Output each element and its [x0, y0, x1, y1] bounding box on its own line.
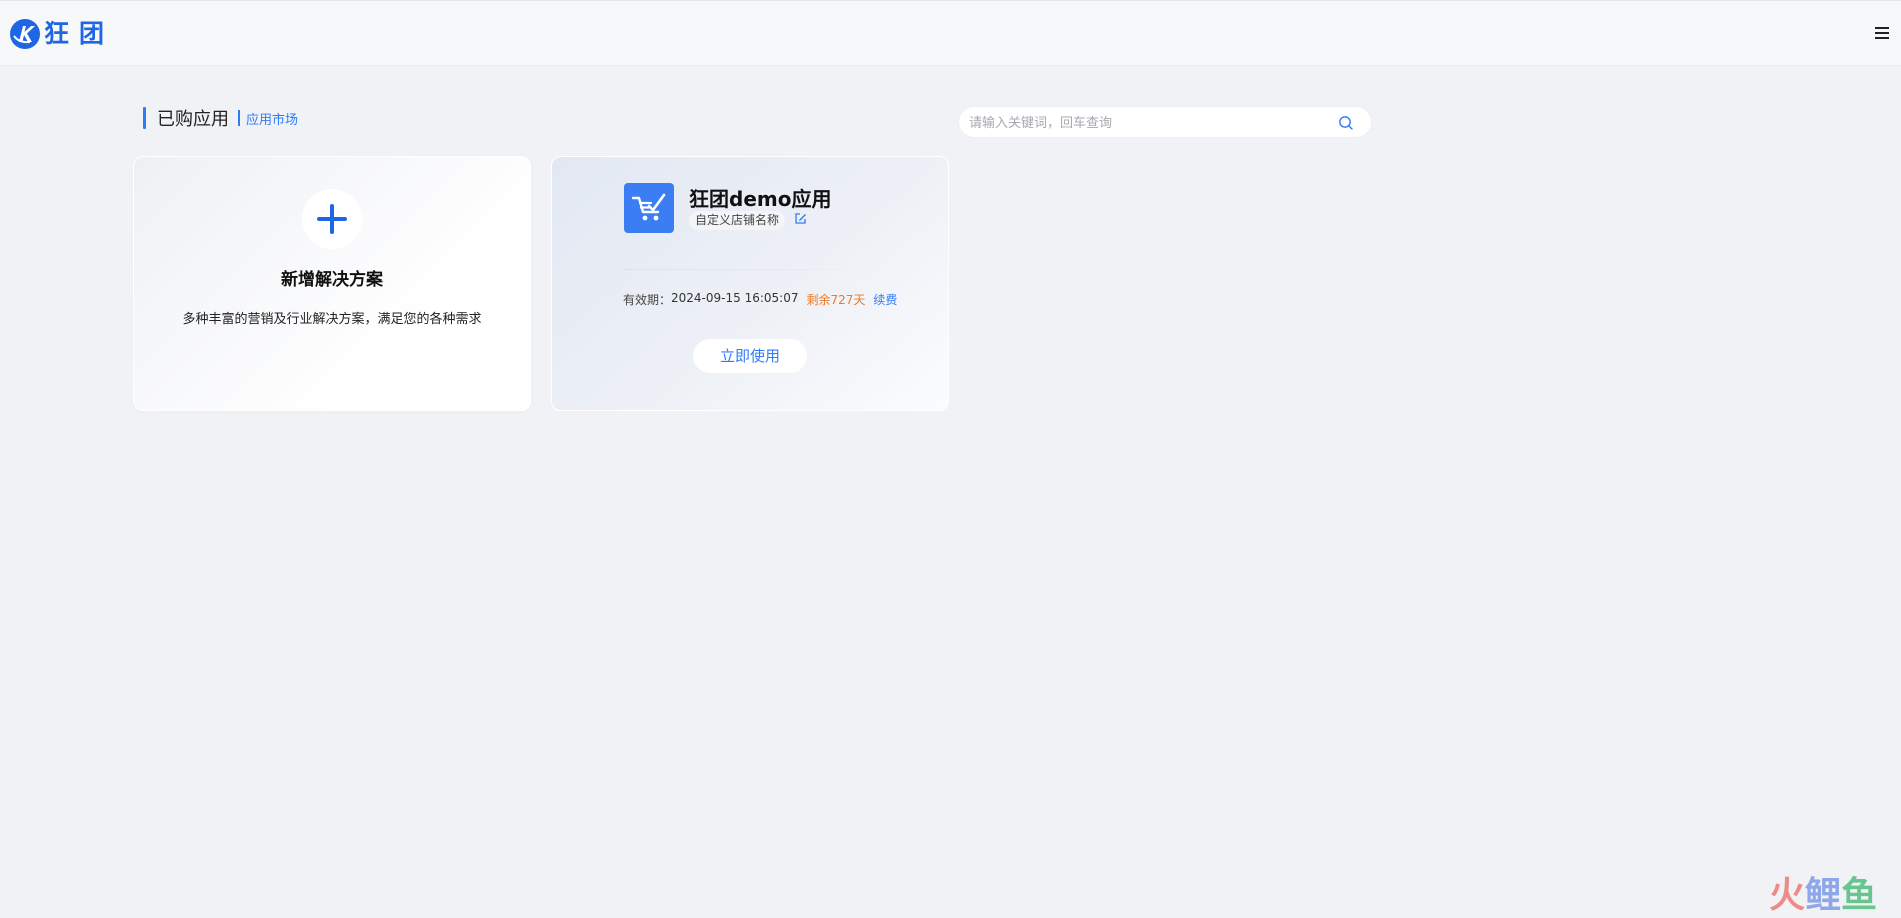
- add-solution-description: 多种丰富的营销及行业解决方案，满足您的各种需求: [182, 312, 482, 327]
- renew-link[interactable]: 续费: [873, 291, 897, 308]
- expiry-label: 有效期：: [623, 293, 672, 307]
- logo-text: 狂团: [44, 19, 115, 48]
- store-name-label: 自定义店铺名称: [689, 211, 786, 230]
- section-title: 已购应用: [157, 109, 229, 130]
- section-accent-bar: [143, 107, 146, 129]
- section-divider: [238, 110, 240, 126]
- hamburger-menu-icon[interactable]: [1875, 27, 1889, 39]
- search-icon[interactable]: [1338, 115, 1354, 131]
- kuangtuan-logo-icon: [10, 19, 40, 49]
- top-navbar: 狂团: [0, 0, 1901, 66]
- app-market-link[interactable]: 应用市场: [246, 109, 298, 128]
- search-input[interactable]: [969, 112, 1329, 134]
- watermark: 火 鲤 鱼: [1769, 866, 1877, 918]
- add-solution-card[interactable]: 新增解决方案 多种丰富的营销及行业解决方案，满足您的各种需求: [133, 156, 531, 411]
- shopping-cart-icon: [624, 183, 674, 233]
- search-box: [958, 106, 1372, 138]
- plus-icon: [317, 204, 347, 234]
- add-solution-title: 新增解决方案: [281, 270, 383, 290]
- watermark-char: 火: [1768, 875, 1805, 916]
- edit-icon[interactable]: [794, 212, 807, 225]
- expiry-date: 2024-09-15 16:05:07: [671, 291, 799, 305]
- app-name: 狂团demo应用: [689, 187, 832, 211]
- watermark-char: 鱼: [1840, 875, 1877, 916]
- card-divider: [624, 269, 868, 270]
- remaining-days: 剩余727天: [806, 293, 866, 307]
- watermark-char: 鲤: [1804, 875, 1841, 916]
- add-solution-button[interactable]: [302, 189, 362, 249]
- expiry-info: 有效期： 2024-09-15 16:05:07 剩余727天 续费: [623, 291, 897, 308]
- brand-logo[interactable]: 狂团: [10, 16, 114, 52]
- section-header: 已购应用 应用市场: [143, 106, 298, 130]
- app-card: 狂团demo应用 自定义店铺名称 有效期： 2024-09-15 16:05:0…: [551, 156, 949, 411]
- use-now-button[interactable]: 立即使用: [693, 339, 807, 373]
